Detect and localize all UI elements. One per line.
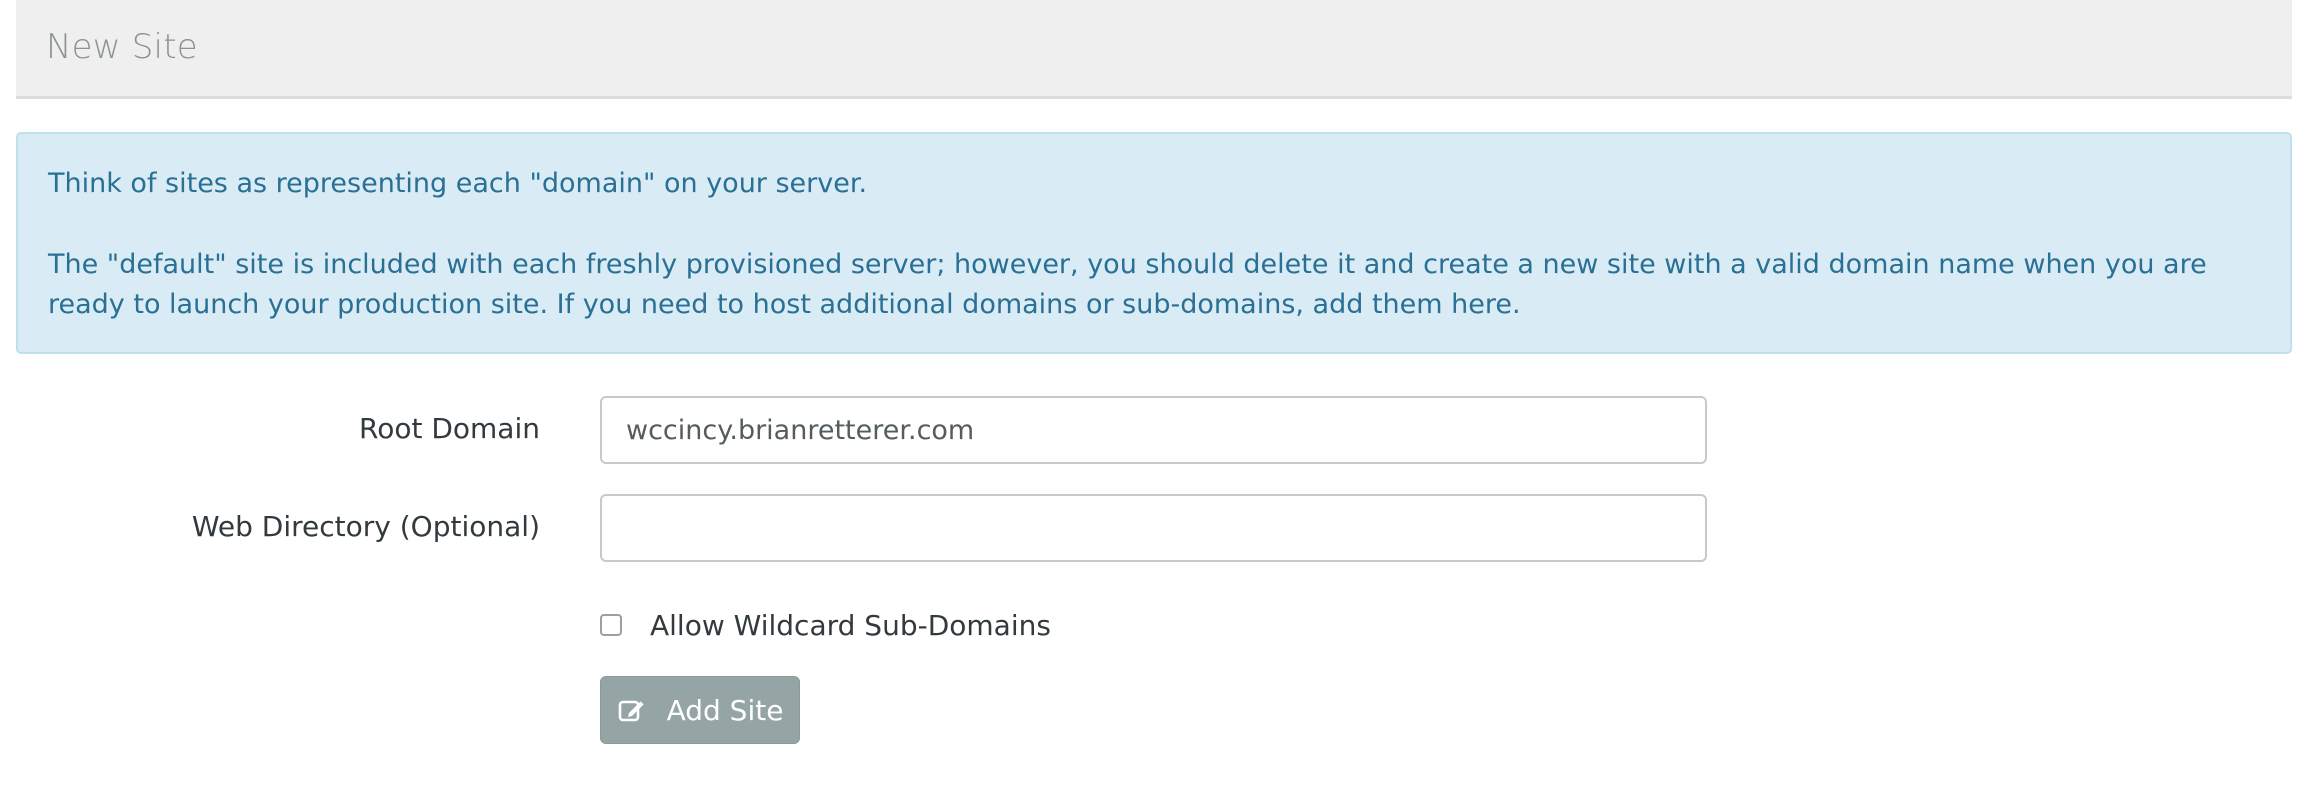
add-site-label: Add Site — [666, 693, 784, 727]
panel-heading: New Site — [16, 0, 2292, 99]
page-title: New Site — [46, 27, 198, 67]
web-directory-label: Web Directory (Optional) — [191, 510, 540, 543]
wildcard-label[interactable]: Allow Wildcard Sub-Domains — [650, 609, 1051, 642]
info-alert: Think of sites as representing each "dom… — [16, 132, 2292, 354]
add-site-button[interactable]: Add Site — [600, 676, 800, 744]
alert-text-intro: Think of sites as representing each "dom… — [48, 168, 868, 199]
edit-icon — [617, 695, 647, 725]
wildcard-option[interactable]: Allow Wildcard Sub-Domains — [600, 605, 1051, 645]
web-directory-input[interactable] — [600, 494, 1707, 562]
root-domain-input[interactable] — [600, 396, 1707, 464]
wildcard-checkbox[interactable] — [600, 614, 622, 636]
alert-text-details: The "default" site is included with each… — [48, 249, 2207, 320]
root-domain-label: Root Domain — [359, 412, 540, 445]
